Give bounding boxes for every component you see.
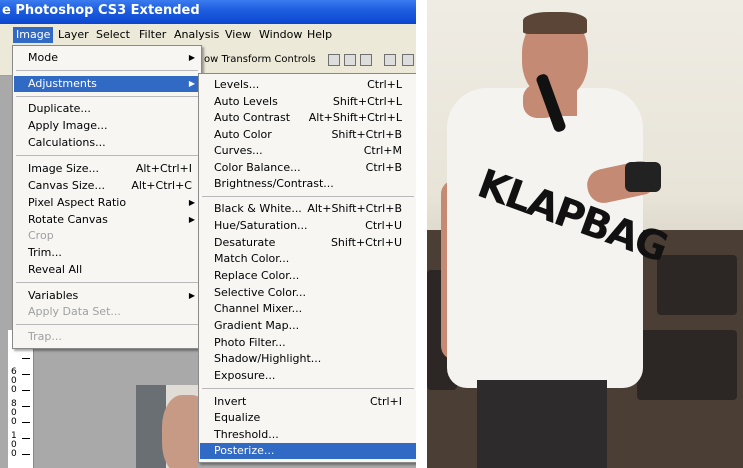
menu-item-apply-image[interactable]: Apply Image... [14, 118, 200, 134]
menu-window[interactable]: Window [256, 27, 305, 43]
menu-separator [16, 96, 198, 97]
menu-item-photo-filter[interactable]: Photo Filter... [200, 335, 416, 351]
document-canvas[interactable] [136, 385, 198, 468]
menu-analysis[interactable]: Analysis [171, 27, 222, 43]
menu-item-equalize[interactable]: Equalize [200, 410, 416, 426]
menu-item-crop: Crop [28, 229, 54, 242]
menu-item-color-balance[interactable]: Color Balance... Ctrl+B [200, 160, 416, 176]
align-top-icon[interactable] [328, 54, 340, 66]
menu-item-desaturate[interactable]: Desaturate Shift+Ctrl+U [200, 235, 416, 251]
menu-separator [16, 282, 198, 283]
menu-layer[interactable]: Layer [55, 27, 92, 43]
menu-bar: Image Layer Select Filter Analysis View … [0, 24, 416, 45]
menu-item-duplicate[interactable]: Duplicate... [14, 101, 200, 117]
menu-item-channel-mixer[interactable]: Channel Mixer... [200, 301, 416, 317]
menu-item-brightness-contrast[interactable]: Brightness/Contrast... [200, 176, 416, 192]
photoshop-window: e Photoshop CS3 Extended Image Layer Sel… [0, 0, 416, 468]
submenu-arrow-icon: ▶ [188, 198, 195, 207]
menu-item-auto-contrast[interactable]: Auto Contrast Alt+Shift+Ctrl+L [200, 110, 416, 126]
ruler-tick [22, 374, 30, 375]
photo-chair [657, 255, 737, 315]
menu-item-replace-color[interactable]: Replace Color... [200, 268, 416, 284]
menu-item-auto-color[interactable]: Auto Color Shift+Ctrl+B [200, 127, 416, 143]
menu-item-trim[interactable]: Trim... [14, 245, 200, 261]
menu-view[interactable]: View [222, 27, 254, 43]
menu-item-threshold[interactable]: Threshold... [200, 427, 416, 443]
menu-item-adjustments[interactable]: Adjustments ▶ [14, 76, 200, 92]
menu-separator [202, 196, 414, 197]
menu-separator [202, 388, 414, 389]
align-middle-icon[interactable] [344, 54, 356, 66]
menu-item-black-white[interactable]: Black & White... Alt+Shift+Ctrl+B [200, 201, 416, 217]
ruler-label-800: 800 [11, 399, 17, 427]
menu-item-gradient-map[interactable]: Gradient Map... [200, 318, 416, 334]
menu-image[interactable]: Image [13, 27, 54, 43]
ruler-label-1000: 100 [11, 431, 17, 459]
menu-item-levels[interactable]: Levels... Ctrl+L [200, 77, 416, 93]
menu-item-auto-levels[interactable]: Auto Levels Shift+Ctrl+L [200, 94, 416, 110]
ruler-tick [22, 406, 30, 407]
menu-item-variables[interactable]: Variables ▶ [14, 288, 200, 304]
menu-item-trap: Trap... [28, 330, 62, 343]
window-title: e Photoshop CS3 Extended [2, 3, 200, 18]
menu-help[interactable]: Help [304, 27, 335, 43]
align-center-icon[interactable] [402, 54, 414, 66]
menu-filter[interactable]: Filter [136, 27, 169, 43]
menu-item-image-size[interactable]: Image Size... Alt+Ctrl+I [14, 161, 200, 177]
ruler-label-600: 600 [11, 367, 17, 395]
menu-item-exposure[interactable]: Exposure... [200, 368, 416, 384]
menu-item-hue-saturation[interactable]: Hue/Saturation... Ctrl+U [200, 218, 416, 234]
ruler-tick [22, 358, 30, 359]
vertical-ruler: 600 800 100 [8, 330, 34, 468]
ruler-tick [22, 454, 30, 455]
align-left-icon[interactable] [384, 54, 396, 66]
menu-item-canvas-size[interactable]: Canvas Size... Alt+Ctrl+C [14, 178, 200, 194]
menu-separator [16, 70, 198, 71]
ruler-tick [22, 422, 30, 423]
ruler-tick [22, 390, 30, 391]
align-bottom-icon[interactable] [360, 54, 372, 66]
canvas-face [162, 395, 198, 468]
submenu-arrow-icon: ▶ [188, 53, 195, 62]
menu-item-pixel-aspect-ratio[interactable]: Pixel Aspect Ratio ▶ [14, 195, 200, 211]
photo-chair [637, 330, 737, 400]
photo-hair [523, 12, 587, 34]
menu-item-match-color[interactable]: Match Color... [200, 251, 416, 267]
menu-item-shadow-highlight[interactable]: Shadow/Highlight... [200, 351, 416, 367]
menu-item-mode[interactable]: Mode ▶ [14, 50, 200, 66]
menu-item-invert[interactable]: Invert Ctrl+I [200, 394, 416, 410]
title-bar[interactable]: e Photoshop CS3 Extended [0, 0, 416, 24]
menu-separator [16, 155, 198, 156]
show-transform-controls-label[interactable]: ow Transform Controls [204, 54, 316, 65]
image-menu: Mode ▶ Adjustments ▶ Duplicate... Apply … [12, 45, 202, 349]
submenu-arrow-icon: ▶ [188, 79, 195, 88]
menu-item-curves[interactable]: Curves... Ctrl+M [200, 143, 416, 159]
photo-pants [477, 380, 607, 468]
ruler-tick [22, 438, 30, 439]
menu-separator [16, 324, 198, 325]
submenu-arrow-icon: ▶ [188, 291, 195, 300]
menu-item-posterize[interactable]: Posterize... [200, 443, 416, 459]
menu-item-selective-color[interactable]: Selective Color... [200, 285, 416, 301]
menu-item-reveal-all[interactable]: Reveal All [14, 262, 200, 278]
menu-item-rotate-canvas[interactable]: Rotate Canvas ▶ [14, 212, 200, 228]
submenu-arrow-icon: ▶ [188, 215, 195, 224]
adjustments-submenu: Levels... Ctrl+L Auto Levels Shift+Ctrl+L … [198, 73, 416, 463]
menu-item-apply-data-set: Apply Data Set... [28, 305, 121, 318]
menu-select[interactable]: Select [93, 27, 133, 43]
photo-preview: KLAPBAG [427, 0, 743, 468]
menu-item-calculations[interactable]: Calculations... [14, 135, 200, 151]
photo-wristband [625, 162, 661, 192]
